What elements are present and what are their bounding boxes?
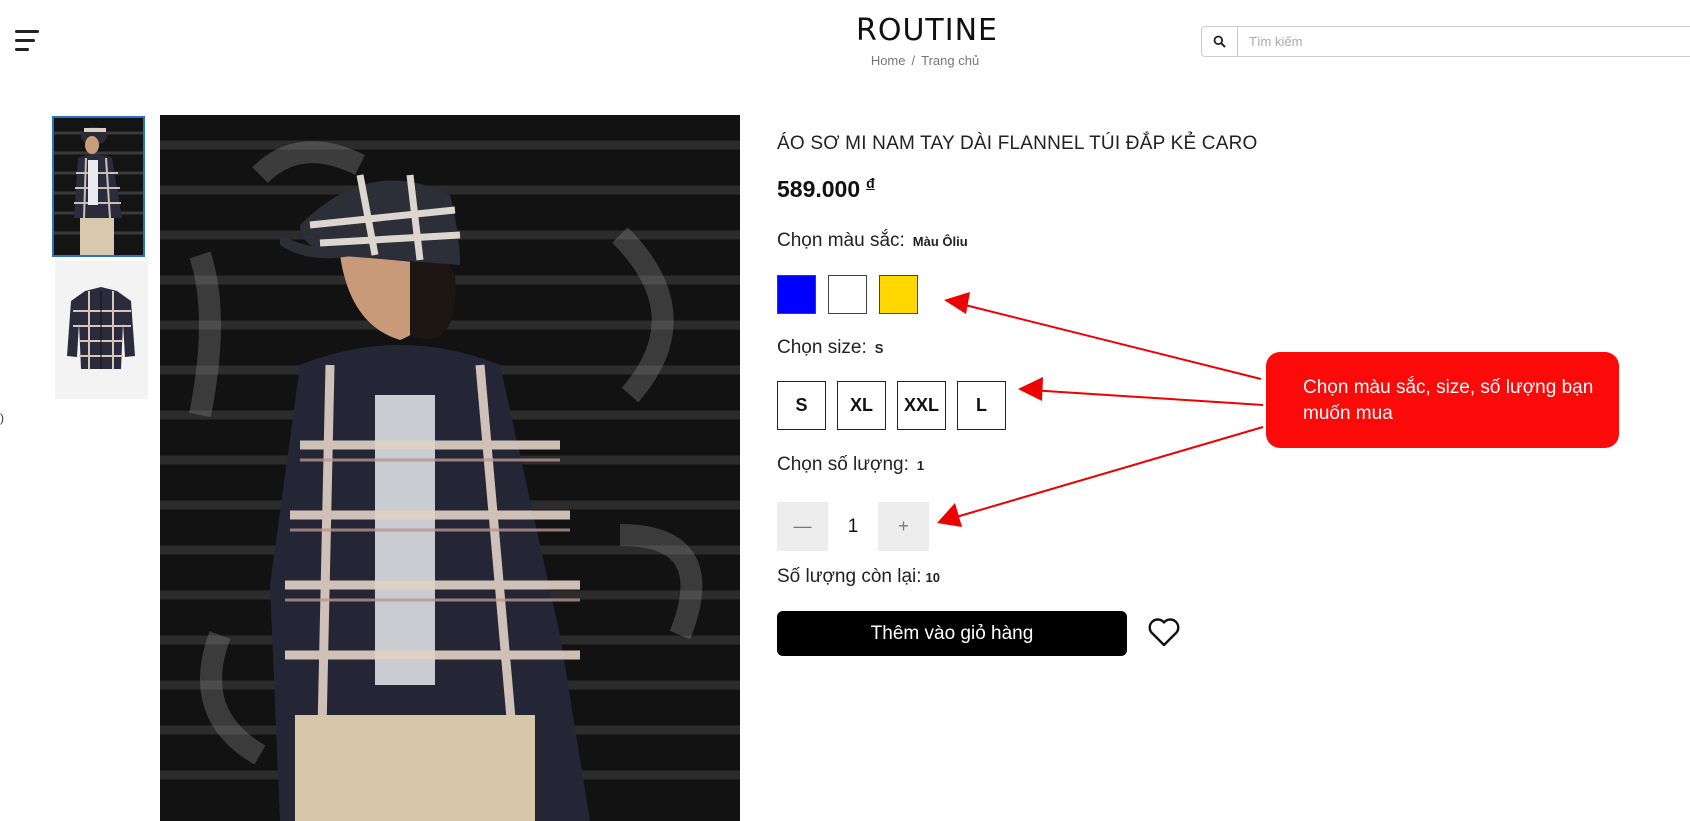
size-label: Chọn size: S bbox=[777, 337, 883, 359]
remaining-stock: Số lượng còn lại: 10 bbox=[777, 566, 940, 588]
product-title: ÁO SƠ MI NAM TAY DÀI FLANNEL TÚI ĐẮP KẺ … bbox=[777, 133, 1258, 154]
color-swatch-white[interactable] bbox=[828, 275, 867, 314]
color-swatch-yellow[interactable] bbox=[879, 275, 918, 314]
color-swatch-blue[interactable] bbox=[777, 275, 816, 314]
thumbnail-model[interactable] bbox=[52, 116, 145, 257]
remaining-label: Số lượng còn lại: bbox=[777, 566, 922, 587]
search-button[interactable] bbox=[1202, 27, 1238, 56]
selected-size: S bbox=[874, 341, 884, 356]
thumbnail-flat-lay[interactable] bbox=[55, 261, 148, 399]
edge-glyph: ) bbox=[0, 411, 4, 425]
quantity-plus-button[interactable]: + bbox=[878, 502, 929, 551]
quantity-label: Chọn số lượng: 1 bbox=[777, 454, 924, 476]
breadcrumb-current[interactable]: Trang chủ bbox=[921, 53, 979, 68]
product-price: 589.000 đ bbox=[777, 175, 875, 203]
size-options: S XL XXL L bbox=[777, 381, 1006, 430]
breadcrumb-home-link[interactable]: Home bbox=[871, 53, 906, 68]
add-to-cart-button[interactable]: Thêm vào giỏ hàng bbox=[777, 611, 1127, 656]
thumbnail-model-image bbox=[54, 118, 143, 255]
remaining-value: 10 bbox=[925, 570, 941, 585]
logo-text: ROUTINE bbox=[856, 12, 998, 48]
color-swatches bbox=[777, 275, 918, 314]
color-label: Chọn màu sắc: Màu Ôliu bbox=[777, 230, 968, 252]
annotation-callout: Chọn màu sắc, size, số lượng bạn muốn mu… bbox=[1266, 352, 1619, 448]
heart-icon[interactable] bbox=[1147, 616, 1181, 648]
main-product-photo bbox=[160, 115, 740, 821]
size-option-l[interactable]: L bbox=[957, 381, 1006, 430]
search-icon bbox=[1213, 35, 1226, 48]
selected-quantity: 1 bbox=[916, 458, 925, 473]
selected-color: Màu Ôliu bbox=[912, 234, 968, 249]
quantity-value[interactable]: 1 bbox=[828, 516, 878, 538]
quantity-minus-button[interactable]: — bbox=[777, 502, 828, 551]
color-label-text: Chọn màu sắc: bbox=[777, 230, 905, 251]
breadcrumb-separator: / bbox=[911, 53, 916, 68]
search-input[interactable] bbox=[1238, 27, 1538, 56]
price-currency: đ bbox=[866, 175, 875, 191]
size-label-text: Chọn size: bbox=[777, 337, 867, 358]
menu-icon[interactable] bbox=[15, 30, 39, 52]
search-bar bbox=[1201, 26, 1690, 57]
size-option-s[interactable]: S bbox=[777, 381, 826, 430]
quantity-stepper: — 1 + bbox=[777, 502, 929, 551]
thumbnail-flat-lay-image bbox=[55, 261, 148, 399]
size-option-xxl[interactable]: XXL bbox=[897, 381, 946, 430]
logo[interactable]: ROUTINE bbox=[856, 10, 997, 50]
size-option-xl[interactable]: XL bbox=[837, 381, 886, 430]
quantity-label-text: Chọn số lượng: bbox=[777, 454, 909, 475]
main-product-image[interactable] bbox=[160, 115, 740, 821]
price-value: 589.000 bbox=[777, 176, 861, 202]
